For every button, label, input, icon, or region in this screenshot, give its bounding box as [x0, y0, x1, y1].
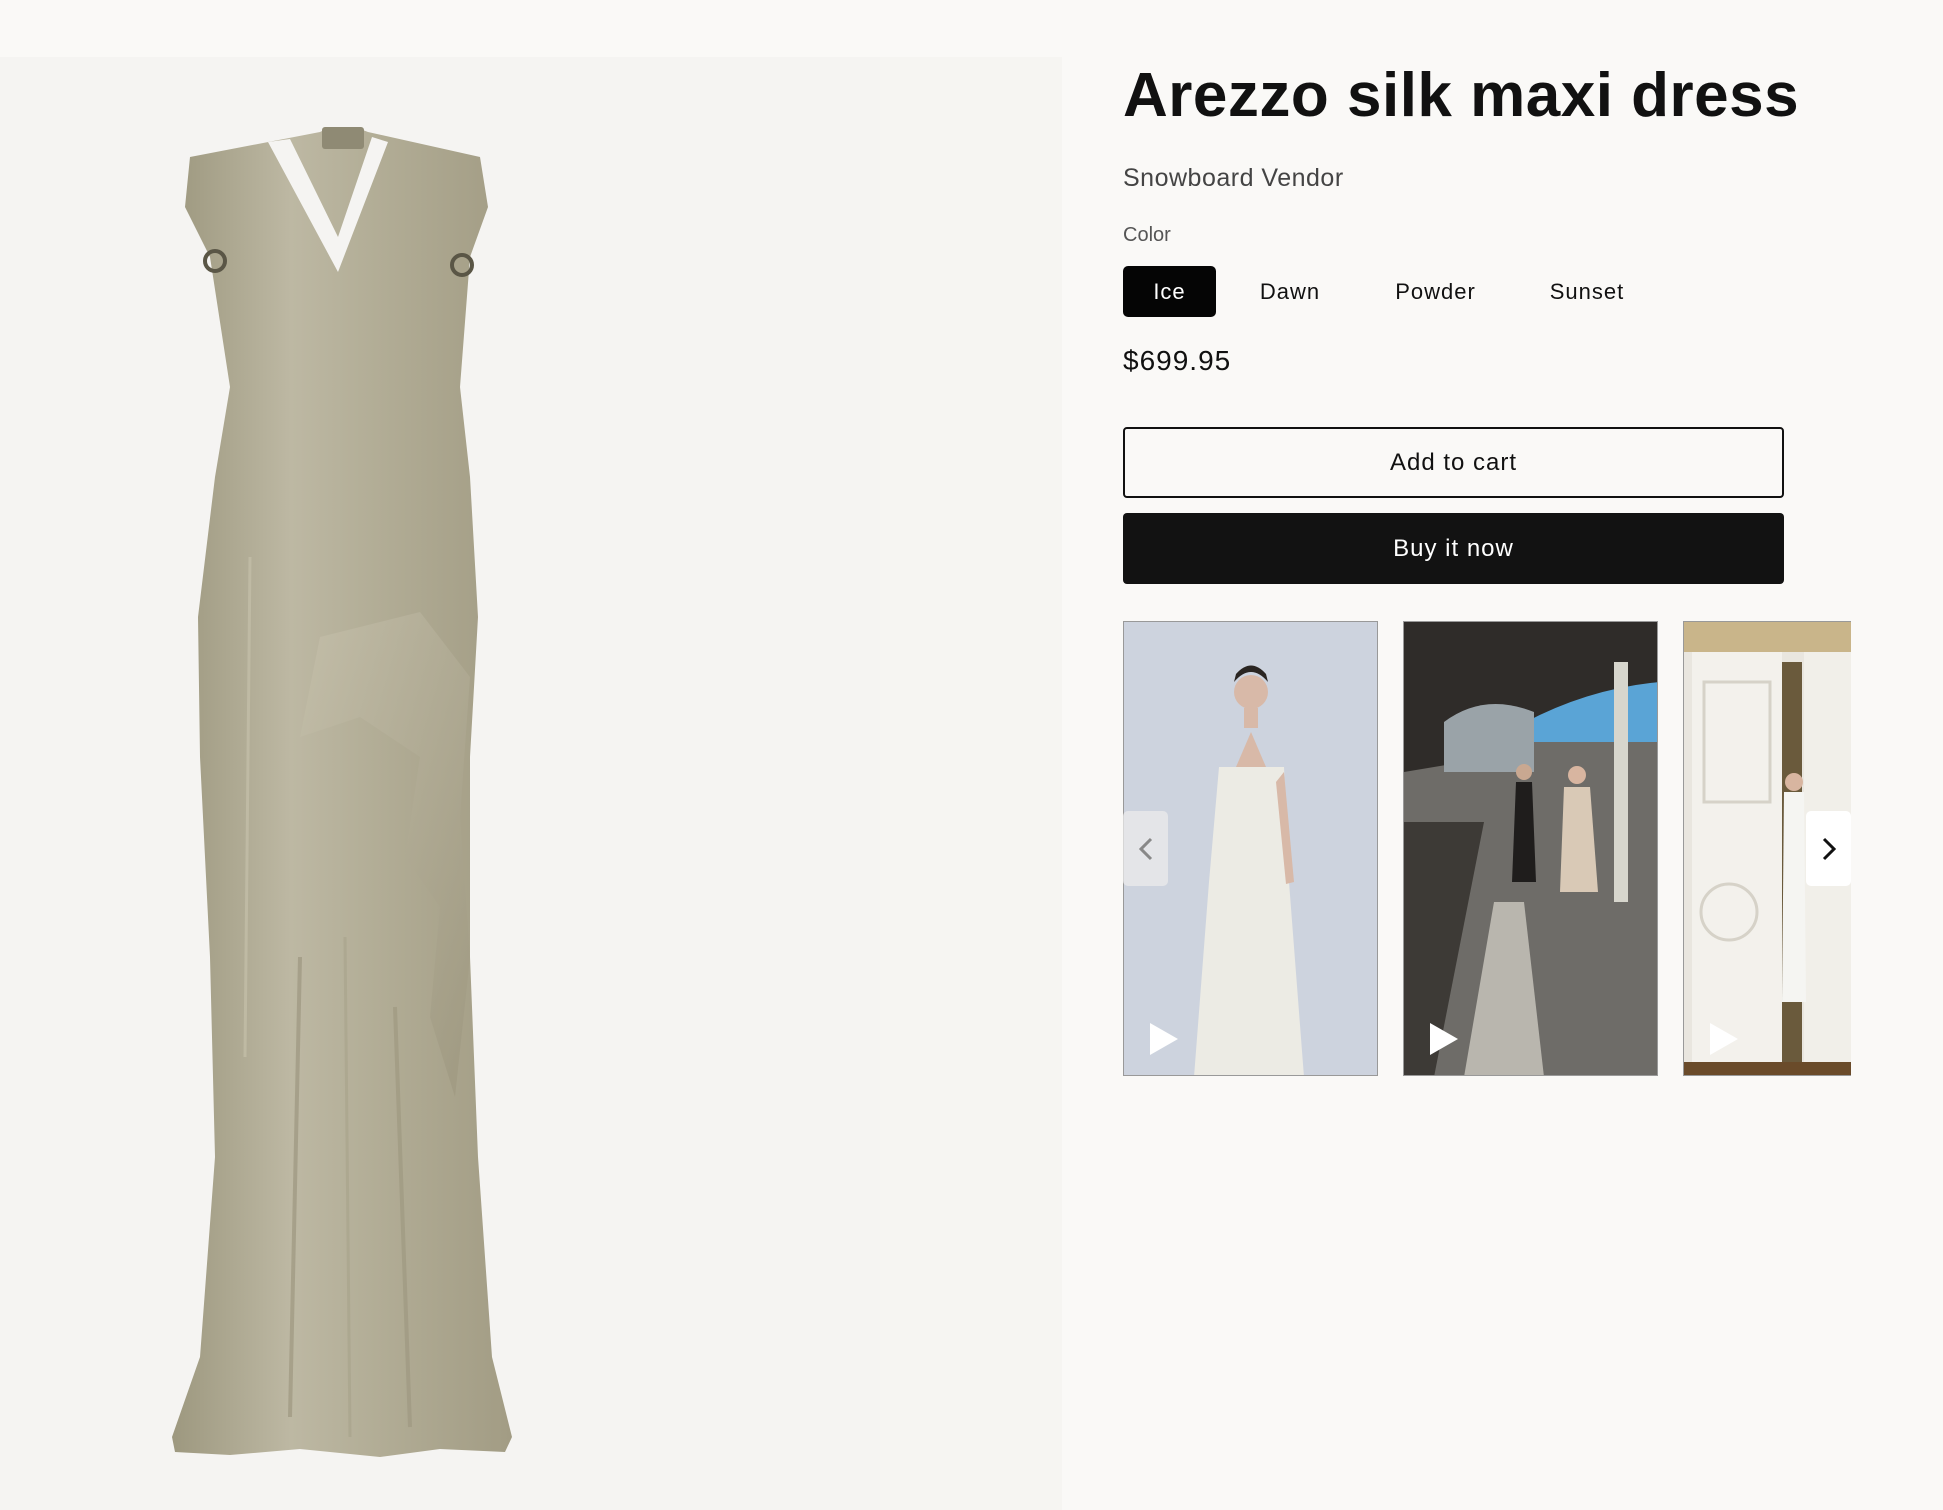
product-title: Arezzo silk maxi dress: [1123, 61, 1800, 130]
video-thumbnail: [1404, 622, 1657, 1075]
play-icon: [1710, 1023, 1738, 1055]
color-label: Color: [1123, 224, 1171, 246]
carousel-next-button[interactable]: [1806, 811, 1851, 886]
product-price: $699.95: [1123, 345, 1232, 376]
header-strip: [0, 0, 1943, 57]
color-option-ice[interactable]: Ice: [1123, 266, 1216, 317]
play-icon: [1150, 1023, 1178, 1055]
color-option-sunset[interactable]: Sunset: [1507, 266, 1667, 317]
color-options: Ice Dawn Powder Sunset: [1123, 266, 1667, 317]
product-image: [172, 57, 1062, 1510]
add-to-cart-button[interactable]: Add to cart: [1123, 427, 1784, 498]
chevron-left-icon: [1138, 837, 1152, 860]
video-card[interactable]: [1403, 621, 1658, 1076]
color-option-dawn[interactable]: Dawn: [1216, 266, 1364, 317]
product-vendor: Snowboard Vendor: [1123, 164, 1344, 192]
video-carousel: [1123, 621, 1851, 1076]
chevron-right-icon: [1822, 837, 1836, 860]
product-media[interactable]: [0, 57, 1062, 1510]
color-option-powder[interactable]: Powder: [1364, 266, 1507, 317]
carousel-prev-button[interactable]: [1123, 811, 1168, 886]
buy-now-button[interactable]: Buy it now: [1123, 513, 1784, 584]
play-icon: [1430, 1023, 1458, 1055]
